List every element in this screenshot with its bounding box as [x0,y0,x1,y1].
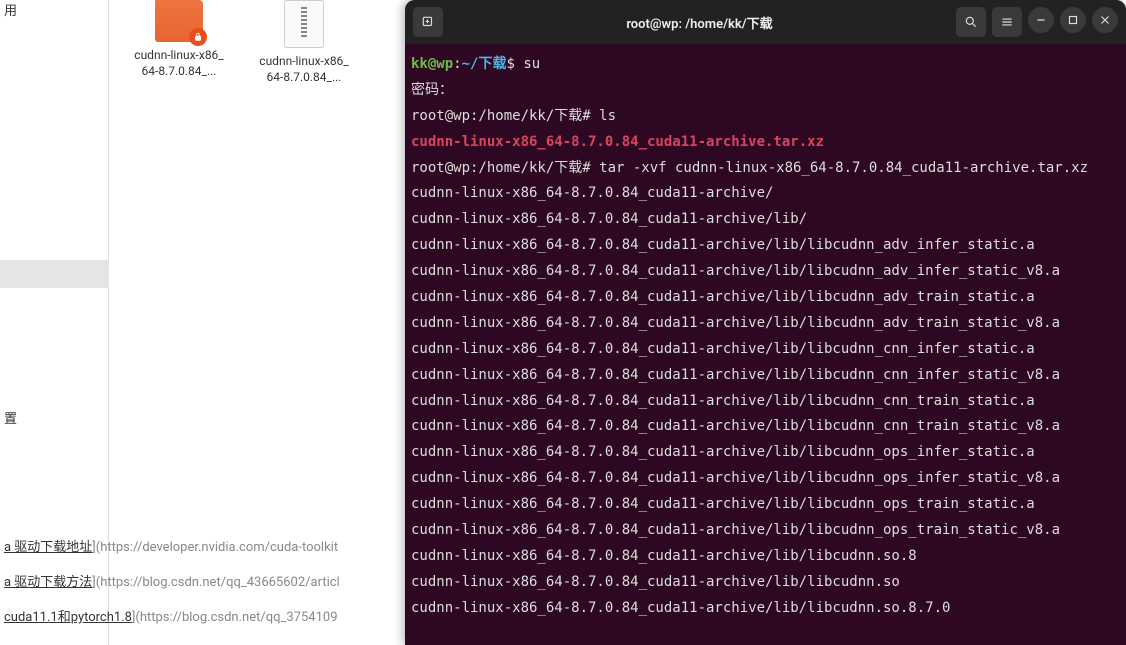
document-link[interactable]: a 驱动下载方法](https://blog.csdn.net/qq_43665… [4,571,401,590]
search-button[interactable] [956,7,986,37]
lock-badge-icon [189,28,207,46]
document-links-area: a 驱动下载地址](https://developer.nvidia.com/c… [0,532,405,645]
file-manager-panel: 用 置 cudnn-linux-x86_64-8.7.0.84_... cudn… [0,0,405,645]
new-tab-button[interactable] [413,7,443,37]
document-link[interactable]: cuda11.1和pytorch1.8](https://blog.csdn.n… [4,606,401,625]
terminal-window: root@wp: /home/kk/下载 kk@wp:~/下载$ su密码：ro… [405,0,1126,645]
files-grid[interactable]: cudnn-linux-x86_64-8.7.0.84_... cudnn-li… [109,0,405,480]
folder-icon [155,0,203,42]
menu-button[interactable] [992,7,1022,37]
sidebar-item-settings[interactable]: 置 [4,408,17,427]
close-button[interactable] [1092,7,1118,33]
minimize-button[interactable] [1028,7,1054,33]
file-label: cudnn-linux-x86_64-8.7.0.84_... [134,48,224,79]
sidebar-item-apps[interactable]: 用 [4,0,17,19]
archive-icon [284,0,324,48]
sidebar-item-selected[interactable] [0,260,109,288]
document-link[interactable]: a 驱动下载地址](https://developer.nvidia.com/c… [4,536,401,555]
maximize-button[interactable] [1060,7,1086,33]
terminal-title: root@wp: /home/kk/下载 [443,13,956,32]
file-label: cudnn-linux-x86_64-8.7.0.84_... [259,54,349,85]
file-item-folder[interactable]: cudnn-linux-x86_64-8.7.0.84_... [134,0,224,79]
file-item-archive[interactable]: cudnn-linux-x86_64-8.7.0.84_... [259,0,349,85]
terminal-titlebar[interactable]: root@wp: /home/kk/下载 [405,0,1126,44]
terminal-content[interactable]: kk@wp:~/下载$ su密码：root@wp:/home/kk/下载# ls… [405,44,1126,645]
